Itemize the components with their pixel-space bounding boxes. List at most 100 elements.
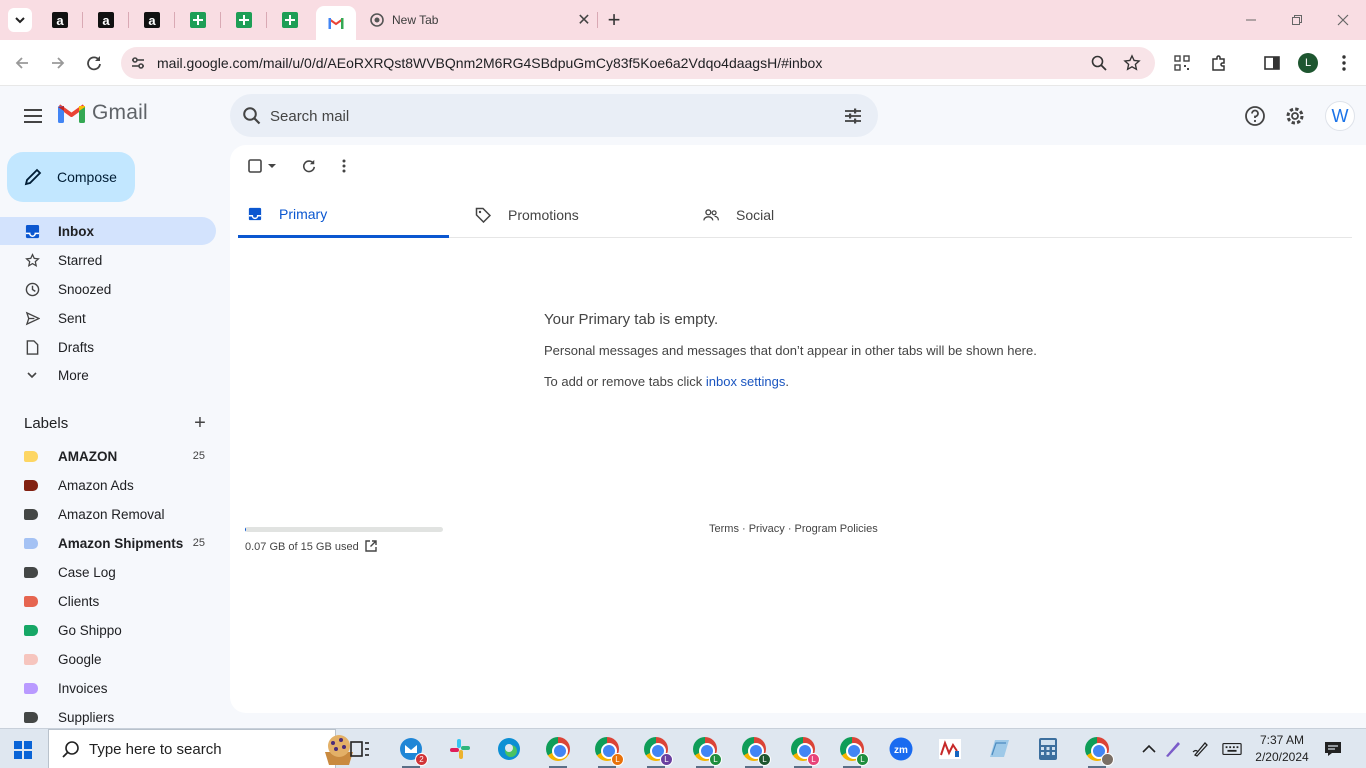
label-name: Clients	[58, 593, 100, 609]
search-icon[interactable]	[242, 106, 262, 126]
pinned-tab-sheets-3[interactable]	[278, 8, 302, 32]
create-label-button[interactable]: +	[190, 412, 210, 434]
taskbar-chrome-5[interactable]: L	[741, 736, 771, 768]
label-item[interactable]: Case Log	[0, 558, 216, 586]
label-item[interactable]: Google	[0, 645, 216, 673]
taskbar-chrome-8[interactable]	[1084, 736, 1114, 768]
label-tag-icon	[24, 450, 38, 462]
taskbar-zoom[interactable]: zm	[888, 736, 914, 762]
open-in-new-icon[interactable]	[364, 539, 378, 553]
settings-button[interactable]	[1283, 104, 1307, 128]
label-item[interactable]: Amazon Removal	[0, 500, 216, 528]
taskbar-chrome-6[interactable]: L	[790, 736, 820, 768]
taskbar-slack[interactable]	[447, 736, 473, 762]
inbox-settings-link[interactable]: inbox settings	[706, 374, 786, 389]
caret-down-icon	[267, 164, 276, 168]
pinned-tab-amazon-2[interactable]: a	[94, 8, 118, 32]
close-window-button[interactable]	[1328, 8, 1358, 32]
taskbar-chart-app[interactable]	[937, 736, 963, 762]
label-item[interactable]: Invoices	[0, 674, 216, 702]
compose-button[interactable]: Compose	[7, 152, 135, 202]
restore-button[interactable]	[1282, 8, 1312, 32]
tab-new-tab[interactable]: New Tab ✕	[360, 6, 594, 34]
tray-pen-app[interactable]	[1163, 739, 1183, 759]
windows-taskbar: Type here to search 2 L L L L L L zm 7:3…	[0, 728, 1366, 768]
label-item[interactable]: AMAZON 25	[0, 442, 216, 470]
taskbar-chrome-7[interactable]: L	[839, 736, 869, 768]
main-panel: Primary Promotions Social Your Primary t…	[230, 145, 1366, 713]
nav-more[interactable]: More	[0, 361, 216, 389]
nav-inbox[interactable]: Inbox	[0, 217, 216, 245]
taskbar-chrome-2[interactable]: L	[594, 736, 624, 768]
gmail-logo[interactable]: Gmail	[57, 101, 148, 125]
label-tag-icon	[24, 711, 38, 723]
gmail-icon	[328, 18, 344, 29]
label-item[interactable]: Clients	[0, 587, 216, 615]
category-tabs: Primary Promotions Social	[238, 192, 1352, 238]
search-options-icon[interactable]	[842, 105, 864, 127]
bookmark-button[interactable]	[1122, 53, 1142, 73]
notification-center-button[interactable]	[1323, 739, 1343, 759]
pinned-tab-sheets-1[interactable]	[186, 8, 210, 32]
label-item[interactable]: Amazon Ads	[0, 471, 216, 499]
amazon-icon: a	[144, 12, 160, 28]
back-button[interactable]	[8, 49, 36, 77]
tab-title: New Tab	[392, 13, 439, 27]
extension-qr[interactable]	[1170, 51, 1194, 75]
label-item[interactable]: Suppliers	[0, 703, 216, 731]
select-checkbox-dropdown[interactable]	[246, 155, 278, 177]
taskbar-calculator[interactable]	[1035, 736, 1061, 762]
tab-primary[interactable]: Primary	[238, 192, 449, 238]
taskbar-clock[interactable]: 7:37 AM 2/20/2024	[1252, 732, 1312, 766]
search-input[interactable]	[270, 104, 830, 128]
nav-drafts[interactable]: Drafts	[0, 333, 216, 361]
tab-divider	[128, 12, 129, 28]
label-item[interactable]: Amazon Shipments 25	[0, 529, 216, 557]
nav-starred[interactable]: Starred	[0, 246, 216, 274]
tab-search-button[interactable]	[8, 8, 32, 32]
tray-touch-keyboard[interactable]	[1222, 739, 1242, 759]
nav-snoozed[interactable]: Snoozed	[0, 275, 216, 303]
support-button[interactable]	[1243, 104, 1267, 128]
site-settings-icon[interactable]	[129, 54, 147, 72]
nav-label: More	[58, 367, 89, 383]
extensions-button[interactable]	[1207, 51, 1231, 75]
reload-button[interactable]	[80, 49, 108, 77]
account-avatar[interactable]: W	[1325, 101, 1355, 131]
close-tab-icon[interactable]: ✕	[574, 10, 594, 30]
task-view-button[interactable]	[347, 736, 373, 762]
forward-button[interactable]	[44, 49, 72, 77]
taskbar-mail-app[interactable]: 2	[398, 736, 428, 768]
labels-heading: Labels	[24, 415, 69, 432]
side-panel-button[interactable]	[1260, 51, 1284, 75]
browser-menu-button[interactable]	[1332, 51, 1356, 75]
active-tab-gmail[interactable]	[316, 6, 356, 40]
address-bar[interactable]: mail.google.com/mail/u/0/d/AEoRXRQst8WVB…	[121, 47, 1155, 79]
taskbar-notepad[interactable]	[986, 736, 1012, 762]
taskbar-chrome-4[interactable]: L	[692, 736, 722, 768]
search-bar[interactable]	[230, 94, 878, 137]
taskbar-chrome-3[interactable]: L	[643, 736, 673, 768]
taskbar-search[interactable]: Type here to search	[48, 729, 353, 768]
taskbar-edge[interactable]	[496, 736, 522, 762]
tray-pen-workspace[interactable]	[1191, 739, 1211, 759]
tab-social[interactable]: Social	[693, 192, 904, 238]
profile-button[interactable]: L	[1296, 51, 1320, 75]
pinned-tab-sheets-2[interactable]	[232, 8, 256, 32]
main-menu-button[interactable]	[20, 103, 46, 129]
taskbar-chrome-1[interactable]	[545, 736, 571, 768]
zoom-button[interactable]	[1089, 53, 1109, 73]
pinned-tab-amazon-1[interactable]: a	[48, 8, 72, 32]
storage-meter	[245, 527, 443, 532]
windows-start-button[interactable]	[14, 741, 32, 759]
tab-promotions[interactable]: Promotions	[465, 192, 676, 238]
new-tab-button[interactable]: +	[602, 7, 626, 32]
show-hidden-icons-button[interactable]	[1139, 739, 1159, 759]
minimize-button[interactable]	[1236, 8, 1266, 32]
refresh-button[interactable]	[298, 155, 320, 177]
more-options-button[interactable]	[334, 155, 354, 177]
label-item[interactable]: Go Shippo	[0, 616, 216, 644]
pinned-tab-amazon-3[interactable]: a	[140, 8, 164, 32]
nav-sent[interactable]: Sent	[0, 304, 216, 332]
footer-links[interactable]: Terms · Privacy · Program Policies	[709, 523, 878, 535]
